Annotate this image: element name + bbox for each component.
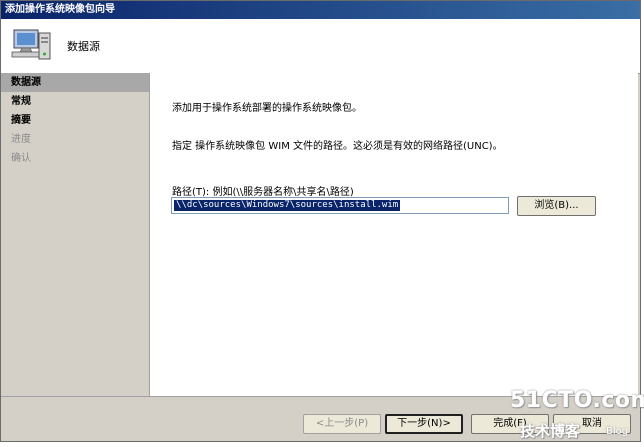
wizard-footer: <上一步(P) 下一步(N)> 完成(F) 取消: [1, 396, 640, 441]
wizard-header: 数据源: [1, 19, 640, 74]
nav-item-progress: 进度: [11, 134, 31, 145]
next-button[interactable]: 下一步(N)>: [385, 414, 463, 434]
nav-item-confirm: 确认: [11, 153, 31, 164]
previous-button: <上一步(P): [303, 414, 381, 434]
finish-button[interactable]: 完成(F): [471, 414, 549, 434]
cancel-button[interactable]: 取消: [553, 414, 631, 434]
wizard-window: 添加操作系统映像包向导 数据源 数据源 常规 摘要 进度 确认 添加用于操作系统…: [0, 0, 641, 442]
window-title: 添加操作系统映像包向导: [1, 1, 640, 19]
nav-item-summary[interactable]: 摘要: [1, 111, 149, 130]
instruction-text: 指定 操作系统映像包 WIM 文件的路径。这必须是有效的网络路径(UNC)。: [172, 141, 503, 152]
path-label: 路径(T): 例如(\\服务器名称\共享名\路径): [172, 187, 354, 198]
path-input[interactable]: [171, 197, 509, 214]
page-title: 数据源: [67, 40, 100, 53]
intro-text: 添加用于操作系统部署的操作系统映像包。: [172, 103, 362, 114]
wizard-content: 添加用于操作系统部署的操作系统映像包。 指定 操作系统映像包 WIM 文件的路径…: [150, 73, 638, 396]
browse-button[interactable]: 浏览(B)...: [517, 196, 596, 216]
nav-item-data-source[interactable]: 数据源: [1, 73, 149, 92]
nav-item-general[interactable]: 常规: [1, 92, 149, 111]
wizard-nav: 数据源 常规 摘要 进度 确认: [1, 73, 150, 396]
computer-icon: [11, 29, 51, 60]
